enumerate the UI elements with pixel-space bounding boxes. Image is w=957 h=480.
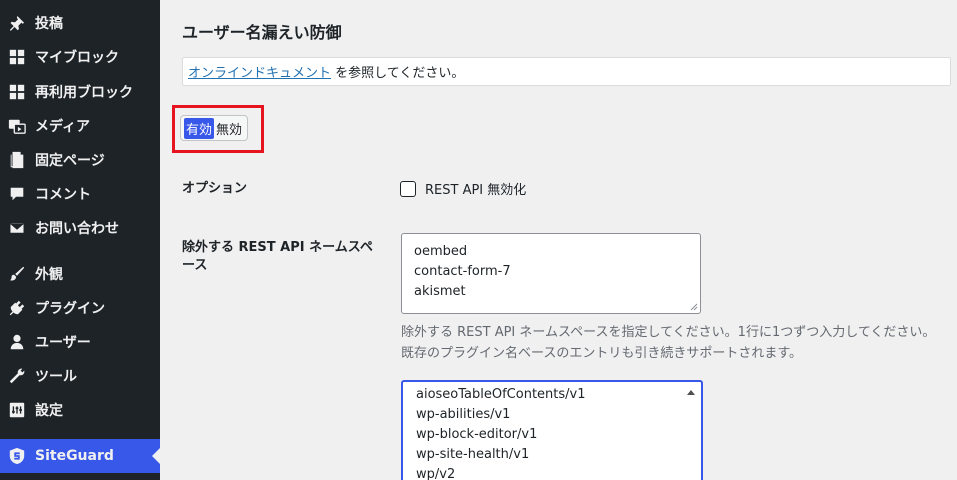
wrench-icon xyxy=(7,366,27,386)
sidebar-item-comments[interactable]: コメント xyxy=(0,177,160,211)
toggle-on-option[interactable]: 有効 xyxy=(184,117,215,139)
textarea-line: oembed xyxy=(414,244,468,259)
list-item[interactable]: wp-block-editor/v1 xyxy=(403,425,701,445)
sidebar-item-label: 設定 xyxy=(35,403,63,419)
sidebar-item-label: ツール xyxy=(35,369,77,385)
namespace-listbox[interactable]: aioseoTableOfContents/v1 wp-abilities/v1… xyxy=(401,380,703,480)
admin-sidebar: 投稿 マイブロック 再利用ブロック メディア 固定ページ コメント お問い合わせ… xyxy=(0,0,160,480)
pin-icon xyxy=(7,13,27,33)
exclude-namespace-textarea[interactable]: oembed contact-form-7 akismet xyxy=(401,233,701,314)
sidebar-item-label: マイブロック xyxy=(35,50,119,66)
option-label: オプション xyxy=(182,181,248,196)
textarea-line: contact-form-7 xyxy=(414,264,511,279)
brush-icon xyxy=(7,264,27,284)
sidebar-item-settings[interactable]: 設定 xyxy=(0,393,160,427)
comment-icon xyxy=(7,184,27,204)
sidebar-item-reusable-blocks[interactable]: 再利用ブロック xyxy=(0,75,160,109)
textarea-line: akismet xyxy=(414,284,466,299)
sidebar-item-label: 投稿 xyxy=(35,16,63,32)
siteguard-icon xyxy=(7,446,27,466)
checkbox-label: REST API 無効化 xyxy=(425,183,527,198)
sidebar-item-label: ユーザー xyxy=(35,335,91,351)
sidebar-item-plugins[interactable]: プラグイン xyxy=(0,291,160,325)
sidebar-item-posts[interactable]: 投稿 xyxy=(0,6,160,40)
sidebar-item-siteguard[interactable]: SiteGuard xyxy=(0,439,160,473)
notice-box: オンラインドキュメント を参照してください。 xyxy=(182,57,951,86)
exclude-namespace-label: 除外する REST API ネームスペース xyxy=(182,240,373,273)
sidebar-item-appearance[interactable]: 外観 xyxy=(0,257,160,291)
list-item[interactable]: aioseoTableOfContents/v1 xyxy=(403,385,701,405)
sidebar-item-label: 固定ページ xyxy=(35,153,105,169)
sidebar-item-label: コメント xyxy=(35,187,91,203)
sidebar-item-pages[interactable]: 固定ページ xyxy=(0,143,160,177)
mail-icon xyxy=(7,218,27,238)
list-item[interactable]: wp-site-health/v1 xyxy=(403,445,701,465)
plugin-icon xyxy=(7,298,27,318)
sidebar-item-label: 再利用ブロック xyxy=(35,85,133,101)
rest-api-disable-checkbox[interactable] xyxy=(400,180,416,197)
media-icon xyxy=(7,116,27,136)
sidebar-item-label: お問い合わせ xyxy=(35,221,119,237)
blocks-icon xyxy=(7,82,27,102)
online-docs-link[interactable]: オンラインドキュメント xyxy=(188,62,331,81)
sidebar-item-label: 外観 xyxy=(35,267,63,283)
page-title: ユーザー名漏えい防御 xyxy=(182,23,342,42)
pages-icon xyxy=(7,150,27,170)
rest-api-disable-checkbox-row[interactable]: REST API 無効化 xyxy=(400,179,526,198)
sidebar-item-my-blocks[interactable]: マイブロック xyxy=(0,40,160,74)
sidebar-item-tools[interactable]: ツール xyxy=(0,359,160,393)
sidebar-item-media[interactable]: メディア xyxy=(0,109,160,143)
help-text: 除外する REST API ネームスペースを指定してください。1行に1つずつ入力… xyxy=(401,325,936,361)
user-icon xyxy=(7,332,27,352)
resize-handle-icon[interactable] xyxy=(690,303,698,311)
blocks-icon xyxy=(7,47,27,67)
sidebar-item-users[interactable]: ユーザー xyxy=(0,325,160,359)
sidebar-item-label: メディア xyxy=(35,119,91,135)
current-menu-arrow xyxy=(152,448,160,464)
enable-toggle[interactable]: 有効 無効 xyxy=(180,115,249,141)
toggle-off-option[interactable]: 無効 xyxy=(214,118,244,139)
list-item[interactable]: wp-abilities/v1 xyxy=(403,405,701,425)
sidebar-item-label: SiteGuard xyxy=(35,448,114,464)
list-item[interactable]: wp/v2 xyxy=(403,465,701,480)
sidebar-item-contact[interactable]: お問い合わせ xyxy=(0,211,160,245)
sidebar-item-label: プラグイン xyxy=(35,301,105,317)
main-content: ユーザー名漏えい防御 オンラインドキュメント を参照してください。 有効 無効 … xyxy=(160,0,957,480)
notice-text: を参照してください。 xyxy=(331,66,465,81)
scroll-up-arrow-icon[interactable] xyxy=(687,390,695,395)
settings-icon xyxy=(7,400,27,420)
